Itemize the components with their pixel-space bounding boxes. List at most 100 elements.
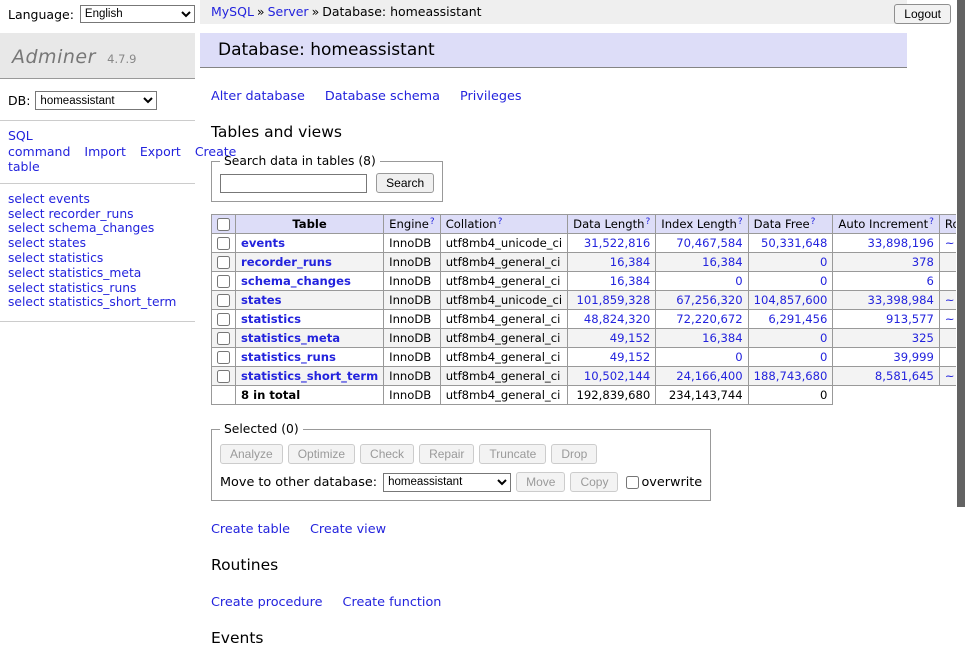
row-checkbox[interactable] — [217, 275, 230, 288]
table-row: recorder_runsInnoDButf8mb4_general_ci16,… — [212, 253, 966, 272]
table-link-statistics-meta[interactable]: statistics_meta — [241, 331, 340, 345]
select-all-checkbox[interactable] — [217, 218, 230, 231]
row-checkbox[interactable] — [217, 256, 230, 269]
sidebar-item-select-events[interactable]: select events — [8, 193, 187, 206]
database-schema-link[interactable]: Database schema — [325, 89, 440, 104]
tables-heading: Tables and views — [211, 123, 907, 141]
sidebar: Adminer 4.7.9 DB: homeassistant SQL comm… — [0, 33, 195, 322]
table-link-states[interactable]: states — [241, 293, 282, 307]
check-button[interactable]: Check — [360, 444, 414, 464]
sidebar-item-select-schema-changes[interactable]: select schema_changes — [8, 222, 187, 235]
row-checkbox[interactable] — [217, 332, 230, 345]
sidebar-table-links: select eventsselect recorder_runsselect … — [0, 184, 195, 322]
breadcrumb-mysql-link[interactable]: MySQL — [211, 4, 254, 19]
logout-button[interactable]: Logout — [894, 4, 951, 24]
selected-fieldset: Selected (0) AnalyzeOptimizeCheckRepairT… — [211, 422, 711, 501]
db-selector-row: DB: homeassistant — [0, 79, 195, 121]
total-index-length-cell: 234,143,744 — [656, 386, 748, 405]
auto-increment-cell: 378 — [833, 253, 940, 272]
sidebar-item-select-recorder-runs[interactable]: select recorder_runs — [8, 208, 187, 221]
scrollbar-thumb[interactable] — [957, 0, 965, 507]
optimize-button[interactable]: Optimize — [288, 444, 355, 464]
row-checkbox[interactable] — [217, 351, 230, 364]
help-link[interactable]: ? — [738, 217, 743, 227]
selected-legend: Selected (0) — [220, 422, 303, 436]
help-icon: ? — [646, 217, 651, 227]
database-action-links: Alter database Database schema Privileges — [211, 89, 907, 104]
table-name-cell: schema_changes — [236, 272, 384, 291]
total-collation-cell: utf8mb4_general_ci — [440, 386, 567, 405]
table-row: statesInnoDButf8mb4_unicode_ci101,859,32… — [212, 291, 966, 310]
sidebar-action-export[interactable]: Export — [140, 144, 181, 159]
alter-database-link[interactable]: Alter database — [211, 89, 305, 104]
help-link[interactable]: ? — [430, 217, 435, 227]
row-checkbox-cell — [212, 367, 236, 386]
data-length-cell: 101,859,328 — [568, 291, 656, 310]
table-name-cell: statistics_short_term — [236, 367, 384, 386]
create-links: Create table Create view — [211, 522, 907, 537]
tables-list: TableEngine?Collation?Data Length?Index … — [211, 214, 966, 405]
table-link-events[interactable]: events — [241, 236, 285, 250]
search-button[interactable]: Search — [376, 173, 434, 193]
col-header-engine: Engine? — [384, 215, 441, 234]
help-icon: ? — [430, 217, 435, 227]
search-input[interactable] — [220, 174, 367, 193]
row-checkbox-cell — [212, 272, 236, 291]
auto-increment-cell: 325 — [833, 329, 940, 348]
analyze-button[interactable]: Analyze — [220, 444, 283, 464]
help-link[interactable]: ? — [929, 217, 934, 227]
row-checkbox[interactable] — [217, 313, 230, 326]
row-checkbox[interactable] — [217, 370, 230, 383]
create-table-link[interactable]: Create table — [211, 522, 290, 537]
help-link[interactable]: ? — [811, 217, 816, 227]
help-link[interactable]: ? — [498, 217, 503, 227]
overwrite-checkbox[interactable] — [626, 476, 639, 489]
breadcrumb-current: Database: homeassistant — [322, 4, 481, 19]
create-procedure-link[interactable]: Create procedure — [211, 595, 323, 610]
selected-buttons: AnalyzeOptimizeCheckRepairTruncateDrop — [220, 444, 702, 464]
copy-button[interactable]: Copy — [570, 472, 618, 492]
table-link-statistics-short-term[interactable]: statistics_short_term — [241, 369, 378, 383]
data-free-cell: 188,743,680 — [748, 367, 833, 386]
col-header-data-length: Data Length? — [568, 215, 656, 234]
move-label: Move to other database: — [220, 475, 377, 490]
search-fieldset: Search data in tables (8) Search — [211, 154, 443, 202]
table-row: eventsInnoDButf8mb4_unicode_ci31,522,816… — [212, 234, 966, 253]
total-data-free-cell: 0 — [748, 386, 833, 405]
table-link-statistics[interactable]: statistics — [241, 312, 301, 326]
sidebar-item-select-statistics-short-term[interactable]: select statistics_short_term — [8, 296, 187, 309]
sidebar-action-sql-command[interactable]: SQL command — [8, 128, 70, 159]
repair-button[interactable]: Repair — [419, 444, 474, 464]
create-function-link[interactable]: Create function — [343, 595, 442, 610]
sidebar-item-select-statistics-runs[interactable]: select statistics_runs — [8, 282, 187, 295]
db-select[interactable]: homeassistant — [35, 91, 157, 110]
breadcrumb: MySQL»Server»Database: homeassistant — [200, 0, 907, 24]
sidebar-item-select-states[interactable]: select states — [8, 237, 187, 250]
table-link-schema-changes[interactable]: schema_changes — [241, 274, 351, 288]
truncate-button[interactable]: Truncate — [479, 444, 546, 464]
row-checkbox[interactable] — [217, 294, 230, 307]
collation-cell: utf8mb4_general_ci — [440, 310, 567, 329]
sidebar-action-import[interactable]: Import — [84, 144, 126, 159]
auto-increment-cell: 913,577 — [833, 310, 940, 329]
collation-cell: utf8mb4_general_ci — [440, 272, 567, 291]
index-length-cell: 0 — [656, 348, 748, 367]
privileges-link[interactable]: Privileges — [460, 89, 522, 104]
scrollbar-track[interactable] — [956, 0, 966, 543]
create-view-link[interactable]: Create view — [310, 522, 386, 537]
sidebar-item-select-statistics-meta[interactable]: select statistics_meta — [8, 267, 187, 280]
total-data-length-cell: 192,839,680 — [568, 386, 656, 405]
move-db-select[interactable]: homeassistant — [383, 473, 511, 492]
move-button[interactable]: Move — [516, 472, 565, 492]
help-link[interactable]: ? — [646, 217, 651, 227]
table-link-recorder-runs[interactable]: recorder_runs — [241, 255, 332, 269]
drop-button[interactable]: Drop — [551, 444, 597, 464]
table-link-statistics-runs[interactable]: statistics_runs — [241, 350, 336, 364]
app-logo: Adminer 4.7.9 — [0, 33, 195, 79]
sidebar-item-select-statistics[interactable]: select statistics — [8, 252, 187, 265]
row-checkbox[interactable] — [217, 237, 230, 250]
table-row: statistics_runsInnoDButf8mb4_general_ci4… — [212, 348, 966, 367]
breadcrumb-server-link[interactable]: Server — [268, 4, 309, 19]
language-select[interactable]: English — [80, 5, 195, 23]
index-length-cell: 24,166,400 — [656, 367, 748, 386]
